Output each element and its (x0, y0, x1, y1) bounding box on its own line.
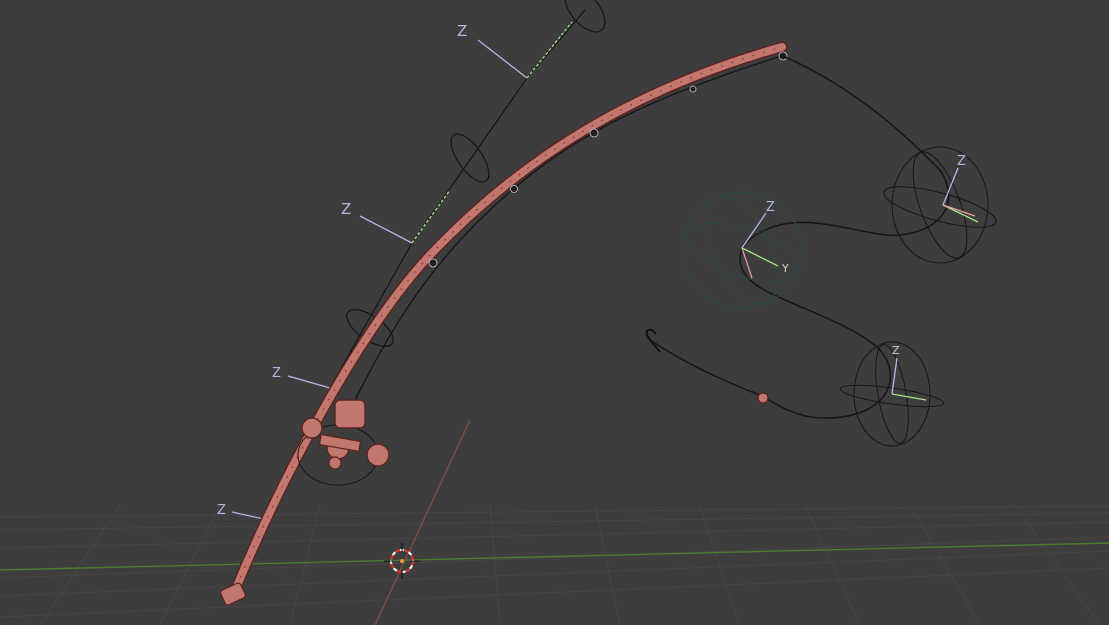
line-sinker (757, 392, 769, 404)
y-axis-line (0, 542, 1109, 571)
bone-axis-z-label-4: Z (217, 503, 226, 518)
bone-axis-z-label-1: Z (457, 22, 467, 40)
reel-mesh[interactable] (297, 399, 390, 486)
control-widget-1[interactable] (880, 146, 999, 265)
floor-grid (0, 504, 1109, 625)
viewport-canvas[interactable]: Z Z Z Z Z Z Y Z (0, 0, 1109, 625)
fishing-line (649, 55, 950, 419)
3d-cursor-icon[interactable] (384, 543, 420, 579)
bone-axes (231, 21, 573, 521)
fishing-hook (645, 328, 661, 353)
3d-viewport[interactable]: Z Z Z Z Z Z Y Z (0, 0, 1109, 625)
rod-guides (428, 51, 788, 268)
x-axis-line (374, 419, 471, 625)
widget2-z-label: Z (766, 200, 775, 215)
bone-axis-z-label-3: Z (272, 366, 281, 381)
widget2-y-label: Y (781, 262, 789, 275)
bone-axis-z-label-2: Z (341, 200, 351, 218)
widget1-z-label: Z (957, 154, 966, 169)
control-widget-3[interactable] (839, 341, 945, 447)
fishing-line-guide (349, 54, 786, 411)
widget3-z-label: Z (892, 344, 900, 357)
